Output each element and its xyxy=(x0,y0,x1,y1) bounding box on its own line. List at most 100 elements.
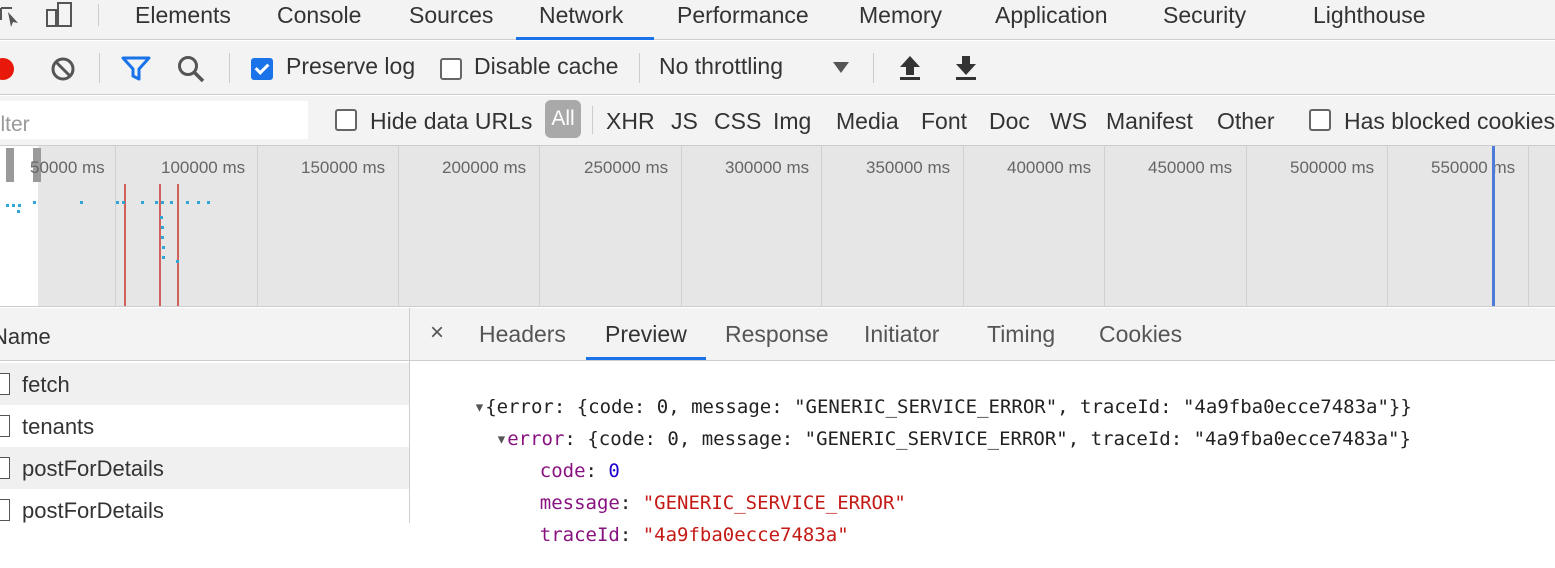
tab-application[interactable]: Application xyxy=(995,0,1108,40)
request-dot xyxy=(141,201,144,204)
grid-line xyxy=(257,146,258,306)
json-traceid-line: traceId: "4a9fba0ecce7483a" xyxy=(494,502,849,568)
request-dot xyxy=(197,201,200,204)
inspect-element-icon[interactable] xyxy=(0,4,22,28)
throttling-select[interactable]: No throttling xyxy=(659,53,783,80)
type-filter-ws[interactable]: WS xyxy=(1050,108,1087,135)
search-icon[interactable] xyxy=(176,54,206,84)
device-toolbar-icon[interactable] xyxy=(45,2,75,30)
type-filter-img[interactable]: Img xyxy=(773,108,811,135)
import-har-icon[interactable] xyxy=(898,53,922,81)
grid-line xyxy=(1387,146,1388,306)
type-filter-media[interactable]: Media xyxy=(836,108,899,135)
toolbar-separator xyxy=(229,53,230,83)
export-har-icon[interactable] xyxy=(954,53,978,81)
grid-line xyxy=(115,146,116,306)
disable-cache-label[interactable]: Disable cache xyxy=(474,53,618,80)
name-column-header[interactable]: Name xyxy=(0,308,409,361)
request-type-icon xyxy=(0,373,10,395)
detail-tab-initiator[interactable]: Initiator xyxy=(864,321,939,348)
close-icon[interactable]: × xyxy=(430,319,444,347)
filter-placeholder: Filter xyxy=(0,113,30,136)
request-dot xyxy=(161,236,164,239)
load-event-marker xyxy=(177,184,179,306)
toolbar-separator xyxy=(873,53,874,83)
filter-icon[interactable] xyxy=(121,55,151,83)
request-dot xyxy=(162,246,165,249)
grid-line xyxy=(681,146,682,306)
dropdown-arrow-icon[interactable] xyxy=(832,61,850,75)
detail-tab-response[interactable]: Response xyxy=(725,321,829,348)
request-row[interactable]: tenants xyxy=(0,405,409,447)
request-name: fetch xyxy=(22,372,70,397)
request-type-icon xyxy=(0,499,10,521)
record-icon[interactable] xyxy=(0,56,16,82)
dom-content-loaded-marker xyxy=(1492,146,1495,306)
request-dot xyxy=(17,210,20,213)
timeline-tick: 150000 ms xyxy=(301,158,386,177)
request-dot xyxy=(170,201,173,204)
timeline-tick: 550000 ms xyxy=(1431,158,1516,177)
request-dot xyxy=(80,201,83,204)
request-row[interactable]: fetch xyxy=(0,363,409,405)
overview-left-handle[interactable] xyxy=(6,148,14,182)
hide-data-urls-checkbox[interactable] xyxy=(335,109,357,131)
type-filter-js[interactable]: JS xyxy=(671,108,698,135)
json-key: traceId xyxy=(539,524,620,546)
tab-elements[interactable]: Elements xyxy=(135,0,231,40)
request-dot xyxy=(122,201,125,204)
filter-separator xyxy=(592,106,593,134)
request-dot xyxy=(18,204,21,207)
type-filter-xhr[interactable]: XHR xyxy=(606,108,655,135)
json-colon: : xyxy=(619,524,643,546)
tab-console[interactable]: Console xyxy=(277,0,361,40)
timeline-tick: 200000 ms xyxy=(442,158,527,177)
type-filter-font[interactable]: Font xyxy=(921,108,967,135)
hide-data-urls-label[interactable]: Hide data URLs xyxy=(370,108,532,135)
preserve-log-label[interactable]: Preserve log xyxy=(286,53,415,80)
timeline-tick: 500000 ms xyxy=(1290,158,1375,177)
request-dot xyxy=(161,226,164,229)
grid-line xyxy=(1246,146,1247,306)
grid-line xyxy=(398,146,399,306)
request-row[interactable]: postForDetails xyxy=(0,489,409,531)
request-dot xyxy=(186,201,189,204)
type-filter-manifest[interactable]: Manifest xyxy=(1106,108,1193,135)
tab-performance[interactable]: Performance xyxy=(677,0,809,40)
has-blocked-cookies-checkbox[interactable] xyxy=(1309,109,1331,131)
grid-line xyxy=(1104,146,1105,306)
timeline-tick: 250000 ms xyxy=(584,158,669,177)
detail-tab-preview[interactable]: Preview xyxy=(605,321,687,348)
type-filter-other[interactable]: Other xyxy=(1217,108,1275,135)
preserve-log-checkbox[interactable] xyxy=(251,58,273,80)
request-dot xyxy=(160,216,163,219)
detail-tab-cookies[interactable]: Cookies xyxy=(1099,321,1182,348)
timeline-tick: 350000 ms xyxy=(866,158,951,177)
type-filter-css[interactable]: CSS xyxy=(714,108,761,135)
tab-lighthouse[interactable]: Lighthouse xyxy=(1313,0,1426,40)
name-column-label: Name xyxy=(0,324,51,349)
disable-cache-checkbox[interactable] xyxy=(440,58,462,80)
tab-memory[interactable]: Memory xyxy=(859,0,942,40)
type-filter-doc[interactable]: Doc xyxy=(989,108,1030,135)
timeline-tick: 100000 ms xyxy=(161,158,246,177)
detail-tab-headers[interactable]: Headers xyxy=(479,321,566,348)
clear-icon[interactable] xyxy=(49,55,77,83)
request-type-icon xyxy=(0,457,10,479)
filter-input[interactable]: Filter xyxy=(0,101,308,139)
detail-tab-timing[interactable]: Timing xyxy=(987,321,1055,348)
network-overview[interactable]: 50000 ms 100000 ms 150000 ms 200000 ms 2… xyxy=(0,146,1555,307)
toolbar-separator xyxy=(639,53,640,83)
timeline-tick: 450000 ms xyxy=(1148,158,1233,177)
request-dot xyxy=(207,201,210,204)
tab-network[interactable]: Network xyxy=(539,0,623,40)
has-blocked-cookies-label[interactable]: Has blocked cookies xyxy=(1344,108,1555,135)
request-row[interactable]: postForDetails xyxy=(0,447,409,489)
request-detail-panel: × Headers Preview Response Initiator Tim… xyxy=(410,308,1555,546)
detail-tab-bar: × Headers Preview Response Initiator Tim… xyxy=(410,308,1555,361)
tab-sources[interactable]: Sources xyxy=(409,0,493,40)
request-dot xyxy=(155,201,158,204)
active-detail-tab-indicator xyxy=(586,357,706,360)
type-filter-all[interactable]: All xyxy=(545,100,581,138)
tab-security[interactable]: Security xyxy=(1163,0,1246,40)
